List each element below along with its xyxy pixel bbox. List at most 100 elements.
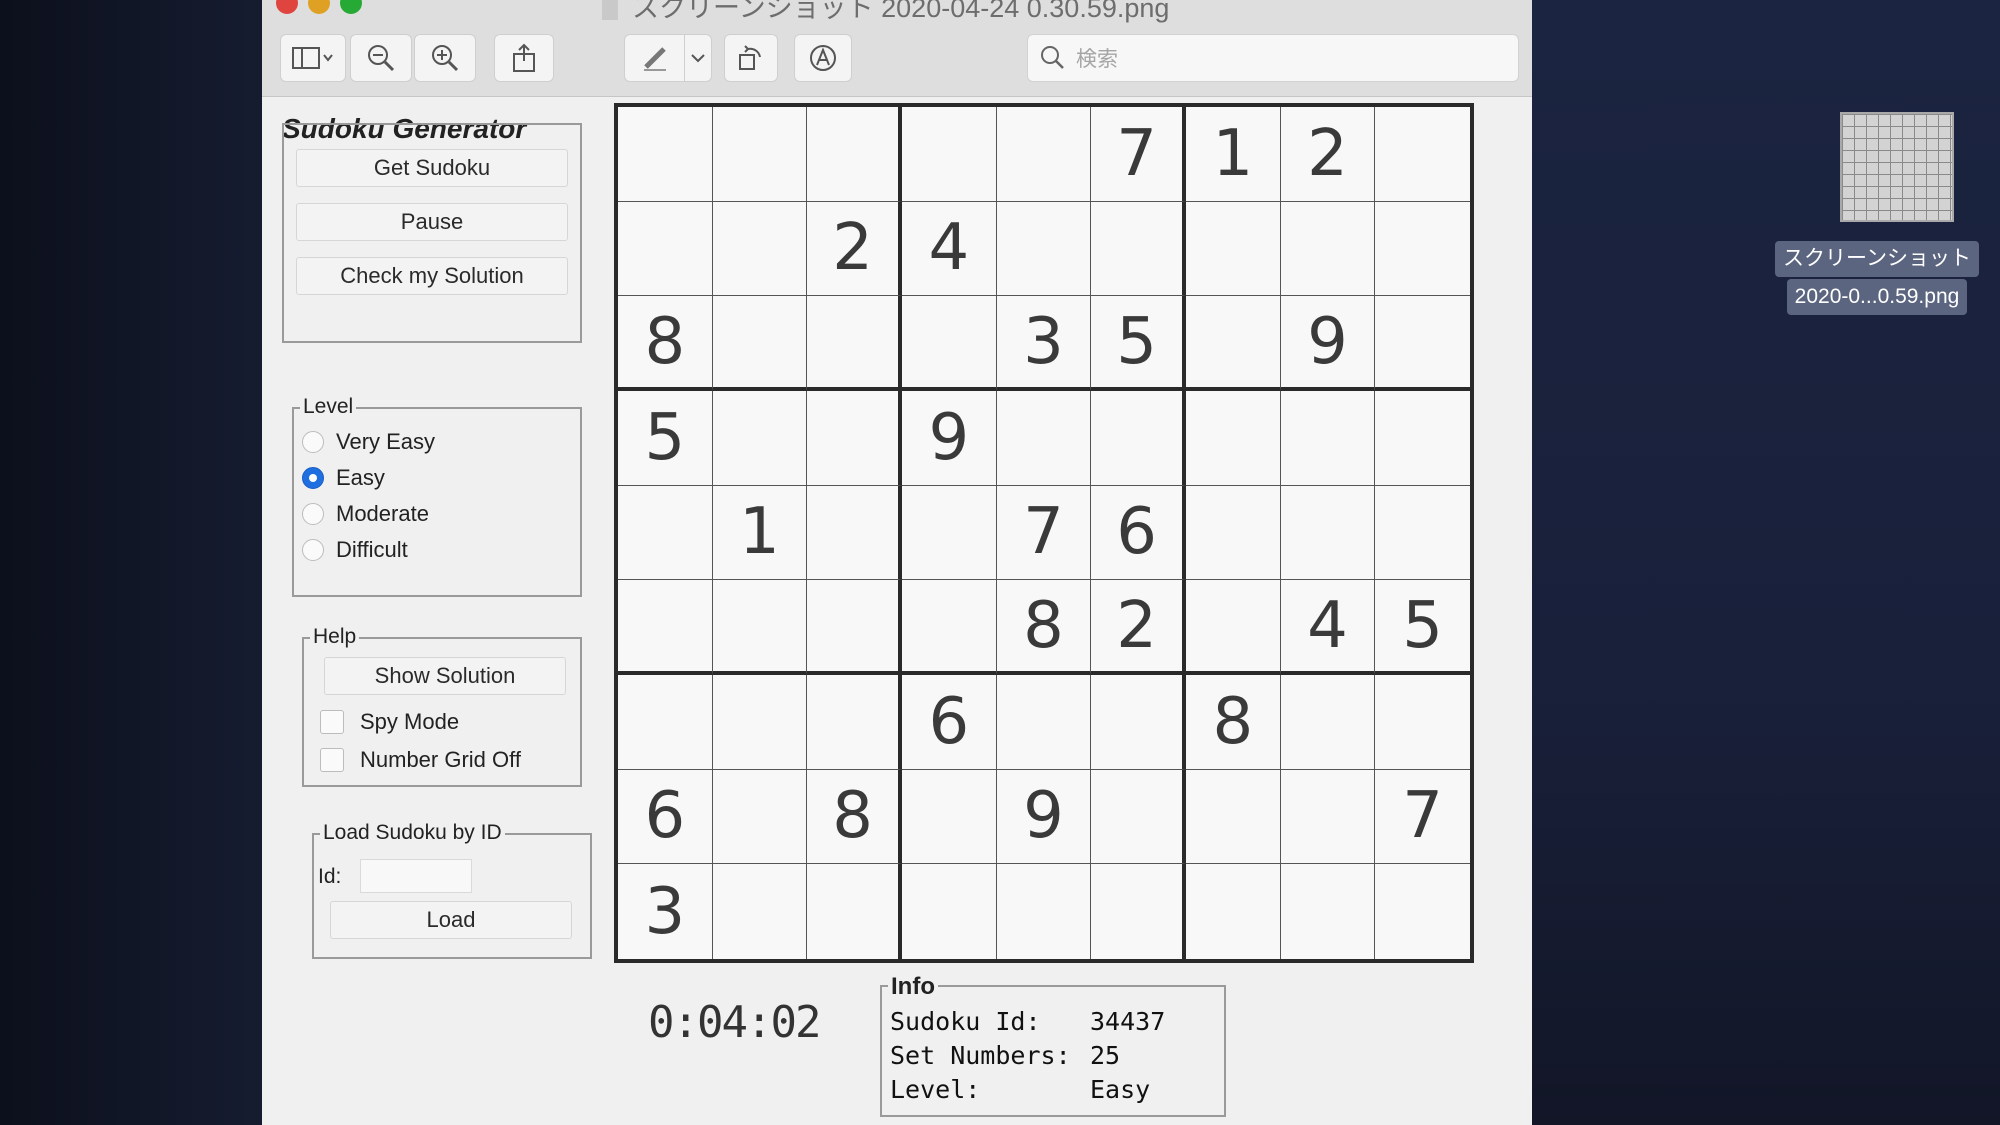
sudoku-cell[interactable]: 5 (1375, 580, 1470, 675)
annotate-button[interactable] (794, 34, 852, 82)
sudoku-cell[interactable]: 6 (901, 674, 997, 770)
sudoku-cell[interactable] (901, 769, 997, 865)
sudoku-cell[interactable] (901, 296, 997, 391)
sudoku-cell[interactable] (1280, 674, 1376, 770)
sudoku-cell[interactable]: 1 (712, 485, 808, 581)
radio-button[interactable] (302, 503, 324, 525)
sudoku-cell[interactable] (807, 485, 902, 581)
search-field[interactable]: 検索 (1027, 34, 1519, 82)
spy-mode-checkbox[interactable] (320, 710, 344, 734)
sudoku-cell[interactable] (807, 390, 902, 486)
number-grid-off-checkbox[interactable] (320, 748, 344, 772)
check-solution-button[interactable]: Check my Solution (296, 257, 568, 295)
sudoku-id-input[interactable] (360, 859, 472, 893)
get-sudoku-button[interactable]: Get Sudoku (296, 149, 568, 187)
sudoku-cell[interactable] (997, 864, 1092, 959)
sudoku-cell[interactable] (1375, 675, 1470, 770)
load-button[interactable]: Load (330, 901, 572, 939)
sudoku-cell[interactable]: 2 (1280, 107, 1376, 202)
sudoku-cell[interactable] (1185, 769, 1281, 865)
level-option-easy[interactable]: Easy (302, 465, 385, 491)
sudoku-cell[interactable]: 2 (1091, 580, 1186, 675)
pause-button[interactable]: Pause (296, 203, 568, 241)
sudoku-cell[interactable] (712, 769, 808, 865)
sudoku-cell[interactable] (1375, 296, 1470, 391)
rotate-button[interactable] (724, 34, 778, 82)
radio-button[interactable] (302, 431, 324, 453)
sudoku-cell[interactable] (901, 580, 997, 675)
sudoku-cell[interactable] (712, 674, 808, 770)
markup-options-button[interactable] (684, 34, 712, 82)
show-solution-button[interactable]: Show Solution (324, 657, 566, 695)
sudoku-cell[interactable] (1281, 864, 1376, 959)
sudoku-cell[interactable]: 8 (996, 580, 1092, 675)
sudoku-cell[interactable] (1185, 201, 1281, 297)
sudoku-cell[interactable] (1280, 485, 1376, 581)
sudoku-cell[interactable] (807, 107, 902, 202)
sudoku-cell[interactable] (712, 201, 808, 297)
sudoku-cell[interactable] (712, 107, 808, 202)
sudoku-cell[interactable]: 4 (901, 201, 997, 297)
sudoku-cell[interactable]: 2 (807, 201, 902, 297)
sudoku-cell[interactable]: 8 (1185, 674, 1281, 770)
sudoku-cell[interactable] (618, 580, 713, 675)
sudoku-cell[interactable] (1091, 201, 1186, 297)
sudoku-cell[interactable]: 9 (996, 769, 1092, 865)
sudoku-cell[interactable] (1185, 390, 1281, 486)
sudoku-cell[interactable] (807, 296, 902, 391)
sudoku-cell[interactable]: 7 (996, 485, 1092, 581)
zoom-window-button[interactable] (340, 0, 362, 14)
sudoku-cell[interactable]: 3 (996, 296, 1092, 391)
markup-pen-button[interactable] (624, 34, 686, 82)
sudoku-cell[interactable] (1091, 864, 1186, 959)
sudoku-cell[interactable] (901, 485, 997, 581)
sudoku-cell[interactable] (1280, 390, 1376, 486)
sidebar-toggle-button[interactable] (280, 34, 346, 82)
sudoku-cell[interactable] (996, 674, 1092, 770)
sudoku-cell[interactable] (618, 485, 713, 581)
sudoku-cell[interactable] (618, 201, 713, 297)
number-grid-off-option[interactable]: Number Grid Off (320, 747, 521, 773)
sudoku-cell[interactable] (996, 390, 1092, 486)
sudoku-cell[interactable] (996, 201, 1092, 297)
sudoku-cell[interactable] (807, 674, 902, 770)
sudoku-cell[interactable] (807, 864, 902, 959)
sudoku-cell[interactable] (902, 864, 997, 959)
sudoku-cell[interactable] (901, 107, 997, 202)
sudoku-cell[interactable] (712, 580, 808, 675)
sudoku-cell[interactable]: 8 (807, 769, 902, 865)
share-button[interactable] (494, 34, 554, 82)
sudoku-cell[interactable]: 4 (1280, 580, 1376, 675)
sudoku-cell[interactable]: 6 (618, 769, 713, 865)
level-option-difficult[interactable]: Difficult (302, 537, 408, 563)
sudoku-cell[interactable] (1091, 769, 1186, 865)
sudoku-cell[interactable] (712, 296, 808, 391)
desktop-file-label[interactable]: スクリーンショット 2020-0...0.59.png (1772, 240, 1982, 316)
spy-mode-option[interactable]: Spy Mode (320, 709, 459, 735)
sudoku-cell[interactable] (996, 107, 1092, 202)
desktop-file-thumbnail[interactable] (1840, 112, 1954, 222)
sudoku-cell[interactable] (1185, 580, 1281, 675)
sudoku-cell[interactable] (1185, 485, 1281, 581)
sudoku-cell[interactable]: 7 (1375, 770, 1470, 865)
minimize-window-button[interactable] (308, 0, 330, 14)
close-window-button[interactable] (276, 0, 298, 14)
sudoku-cell[interactable]: 9 (901, 390, 997, 486)
sudoku-cell[interactable] (713, 864, 808, 959)
sudoku-cell[interactable] (1375, 391, 1470, 486)
sudoku-cell[interactable]: 8 (618, 296, 713, 391)
sudoku-cell[interactable]: 3 (618, 864, 713, 959)
level-option-very-easy[interactable]: Very Easy (302, 429, 435, 455)
radio-button-selected[interactable] (302, 467, 324, 489)
sudoku-cell[interactable]: 5 (1091, 296, 1186, 391)
sudoku-cell[interactable] (1091, 674, 1186, 770)
sudoku-cell[interactable] (1375, 107, 1470, 202)
sudoku-cell[interactable]: 1 (1185, 107, 1281, 202)
zoom-in-button[interactable] (414, 34, 476, 82)
sudoku-cell[interactable] (618, 674, 713, 770)
sudoku-cell[interactable] (1375, 864, 1470, 959)
sudoku-cell[interactable] (1280, 201, 1376, 297)
radio-button[interactable] (302, 539, 324, 561)
sudoku-cell[interactable] (1375, 486, 1470, 581)
sudoku-cell[interactable]: 5 (618, 390, 713, 486)
